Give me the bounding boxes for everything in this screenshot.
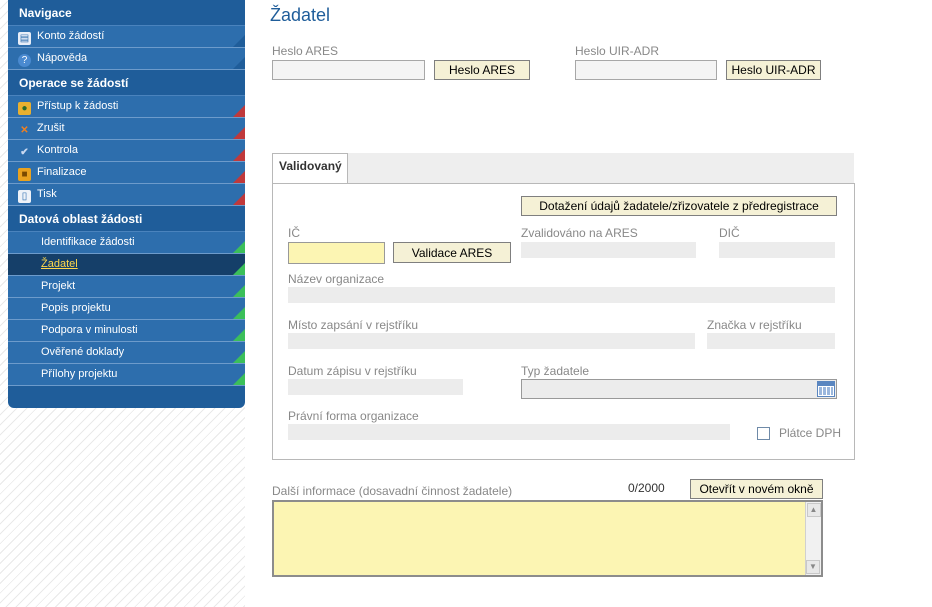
registry-mark-label: Značka v rejstříku	[707, 318, 802, 332]
cancel-icon: ✕	[20, 125, 29, 136]
sidebar-item-kontrola[interactable]: ✔ Kontrola	[8, 140, 245, 162]
uir-password-button[interactable]: Heslo UIR-ADR	[726, 60, 821, 80]
registry-place-label: Místo zapsání v rejstříku	[288, 318, 419, 332]
prereg-fetch-button[interactable]: Dotažení údajů žadatele/zřizovatele z př…	[521, 196, 837, 216]
tab-bar: Validovaný	[272, 153, 854, 184]
scroll-up-icon[interactable]: ▲	[806, 503, 821, 517]
sidebar-item-konto[interactable]: ▤ Konto žádostí	[8, 26, 245, 48]
section-navigace: Navigace	[8, 0, 245, 26]
sidebar-item-zrusit[interactable]: ✕ Zrušit	[8, 118, 245, 140]
sidebar-item-popis[interactable]: Popis projektu	[8, 298, 245, 320]
sidebar-item-tisk[interactable]: ▯ Tisk	[8, 184, 245, 206]
validate-ares-button[interactable]: Validace ARES	[393, 242, 511, 263]
open-new-window-button[interactable]: Otevřít v novém okně	[690, 479, 823, 499]
validated-ares-label: Zvalidováno na ARES	[521, 226, 638, 240]
sidebar-item-projekt[interactable]: Projekt	[8, 276, 245, 298]
ic-label: IČ	[288, 226, 300, 240]
lock-icon: ■	[18, 168, 31, 181]
applicant-type-label: Typ žadatele	[521, 364, 590, 378]
list-icon: ▤	[18, 32, 31, 45]
section-operace: Operace se žádostí	[8, 70, 245, 96]
section-datova-oblast: Datová oblast žádosti	[8, 206, 245, 232]
vat-payer-checkbox[interactable]	[757, 427, 770, 440]
legal-form-label: Právní forma organizace	[288, 409, 419, 423]
users-icon: ●	[18, 102, 31, 115]
ares-password-button[interactable]: Heslo ARES	[434, 60, 530, 80]
check-icon: ✔	[20, 147, 29, 158]
registry-date-label: Datum zápisu v rejstříku	[288, 364, 417, 378]
registry-date-value	[288, 379, 463, 395]
sidebar-item-napoveda[interactable]: ? Nápověda	[8, 48, 245, 70]
sidebar-item-finalizace[interactable]: ■ Finalizace	[8, 162, 245, 184]
more-info-label: Další informace (dosavadní činnost žadat…	[272, 484, 513, 498]
org-name-label: Název organizace	[288, 272, 385, 286]
ic-input[interactable]	[288, 242, 385, 264]
dic-label: DIČ	[719, 226, 740, 240]
document-icon: ▯	[18, 190, 31, 203]
ares-password-input[interactable]	[272, 60, 425, 80]
ares-password-label: Heslo ARES	[272, 44, 339, 58]
char-counter: 0/2000	[628, 481, 665, 495]
more-info-textarea[interactable]: ▲ ▼	[272, 500, 823, 577]
org-name-value	[288, 287, 835, 303]
registry-place-value	[288, 333, 695, 349]
sidebar: Navigace ▤ Konto žádostí ? Nápověda Operac…	[0, 0, 245, 607]
validated-ares-value	[521, 242, 696, 258]
sidebar-item-pristup[interactable]: ● Přístup k žádosti	[8, 96, 245, 118]
tab-validovany[interactable]: Validovaný	[272, 153, 348, 184]
sidebar-item-zadatel[interactable]: Žadatel	[8, 254, 245, 276]
applicant-type-select[interactable]	[521, 379, 837, 399]
sidebar-item-identifikace[interactable]: Identifikace žádosti	[8, 232, 245, 254]
sidebar-nav: Navigace ▤ Konto žádostí ? Nápověda Operac…	[8, 0, 245, 408]
uir-password-input[interactable]	[575, 60, 717, 80]
sidebar-item-prilohy[interactable]: Přílohy projektu	[8, 364, 245, 386]
scroll-down-icon[interactable]: ▼	[806, 560, 820, 574]
main-content: Žadatel Heslo ARES Heslo ARES Heslo UIR-…	[245, 0, 932, 607]
sidebar-item-doklady[interactable]: Ověřené doklady	[8, 342, 245, 364]
vat-payer-label: Plátce DPH	[779, 426, 842, 440]
calendar-icon[interactable]	[817, 381, 835, 397]
registry-mark-value	[707, 333, 835, 349]
uir-password-label: Heslo UIR-ADR	[575, 44, 660, 58]
textarea-scrollbar[interactable]: ▲ ▼	[805, 502, 821, 575]
legal-form-value	[288, 424, 730, 440]
dic-value	[719, 242, 835, 258]
sidebar-item-podpora[interactable]: Podpora v minulosti	[8, 320, 245, 342]
page-title: Žadatel	[270, 5, 331, 25]
help-icon: ?	[18, 54, 31, 67]
